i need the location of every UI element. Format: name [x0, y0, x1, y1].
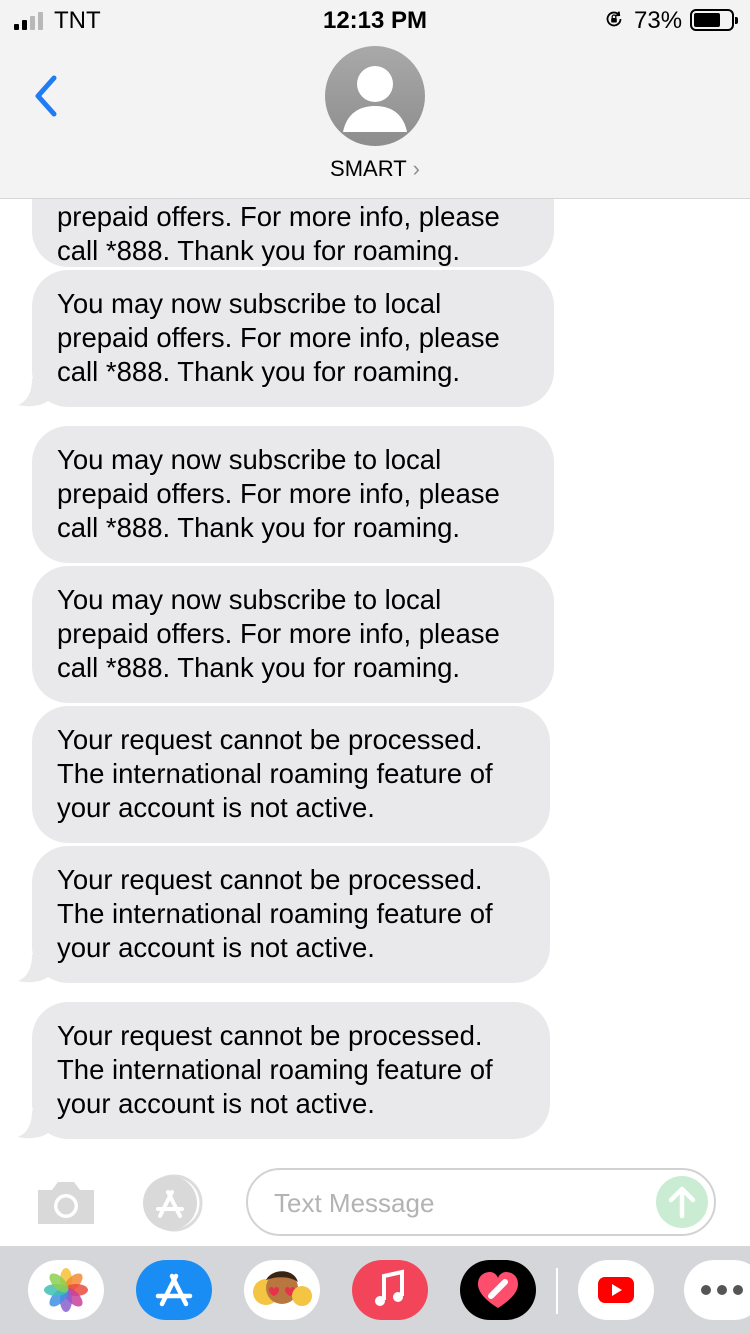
youtube-icon[interactable] [578, 1260, 654, 1320]
message-line: The international roaming feature of [57, 758, 493, 789]
message-bubble[interactable]: You may now subscribe to local prepaid o… [32, 426, 554, 563]
message-line: Your request cannot be processed. [57, 864, 483, 895]
message-bubble[interactable]: Your request cannot be processed. The in… [18, 846, 550, 983]
message-line: Your request cannot be processed. [57, 1020, 483, 1051]
message-line: You may now subscribe to local [57, 288, 442, 319]
message-line: The international roaming feature of [57, 1054, 493, 1085]
message-line: your account is not active. [57, 1088, 375, 1119]
camera-icon[interactable] [34, 1178, 98, 1228]
message-bubble[interactable]: prepaid offers. For more info, please ca… [32, 199, 554, 267]
message-line: call *888. Thank you for roaming. [57, 652, 461, 683]
rotation-lock-icon [606, 11, 622, 27]
message-line: call *888. Thank you for roaming. [57, 235, 461, 266]
more-apps-icon[interactable] [684, 1260, 750, 1320]
message-line: The international roaming feature of [57, 898, 493, 929]
compose-bar: Text Message [0, 1160, 750, 1246]
message-line: prepaid offers. For more info, please [57, 478, 500, 509]
message-line: prepaid offers. For more info, please [57, 322, 500, 353]
message-bubble[interactable]: You may now subscribe to local prepaid o… [18, 270, 554, 407]
message-line: You may now subscribe to local [57, 444, 442, 475]
message-line: call *888. Thank you for roaming. [57, 512, 461, 543]
message-line: your account is not active. [57, 792, 375, 823]
chevron-right-icon: › [412, 156, 420, 181]
bubble-tail [18, 1111, 48, 1139]
message-bubble[interactable]: Your request cannot be processed. The in… [18, 1002, 550, 1139]
memoji-icon[interactable] [244, 1260, 320, 1320]
status-bar: TNT 12:13 PM 73% [0, 0, 750, 44]
message-line: your account is not active. [57, 932, 375, 963]
message-line: prepaid offers. For more info, please [57, 201, 500, 232]
send-button[interactable] [656, 1176, 708, 1228]
imessage-app-drawer [0, 1246, 750, 1334]
photos-icon[interactable] [28, 1260, 104, 1320]
back-chevron-icon[interactable] [28, 70, 68, 122]
message-line: call *888. Thank you for roaming. [57, 356, 461, 387]
message-line: You may now subscribe to local [57, 584, 442, 615]
music-icon[interactable] [352, 1260, 428, 1320]
contact-name-button[interactable]: SMART › [0, 156, 750, 182]
battery-icon [690, 9, 738, 31]
battery-percentage: 73% [634, 7, 683, 34]
contact-avatar[interactable] [325, 46, 425, 146]
conversation-header: TNT 12:13 PM 73% SMART › [0, 0, 750, 199]
app-store-icon[interactable] [136, 1260, 212, 1320]
message-bubble[interactable]: Your request cannot be processed. The in… [32, 706, 550, 843]
message-input-placeholder: Text Message [274, 1188, 435, 1218]
message-bubble[interactable]: You may now subscribe to local prepaid o… [32, 566, 554, 703]
app-store-apps-icon[interactable] [140, 1174, 212, 1232]
heart-app-icon[interactable] [460, 1260, 536, 1320]
message-line: Your request cannot be processed. [57, 724, 483, 755]
drawer-divider [556, 1268, 558, 1314]
bubble-tail [18, 955, 48, 983]
person-silhouette-icon [343, 66, 407, 132]
message-line: prepaid offers. For more info, please [57, 618, 500, 649]
arrow-up-icon [668, 1186, 696, 1219]
contact-name: SMART [330, 156, 407, 181]
bubble-tail [18, 379, 48, 407]
message-input[interactable]: Text Message [246, 1168, 716, 1236]
message-thread[interactable]: prepaid offers. For more info, please ca… [0, 199, 750, 1159]
